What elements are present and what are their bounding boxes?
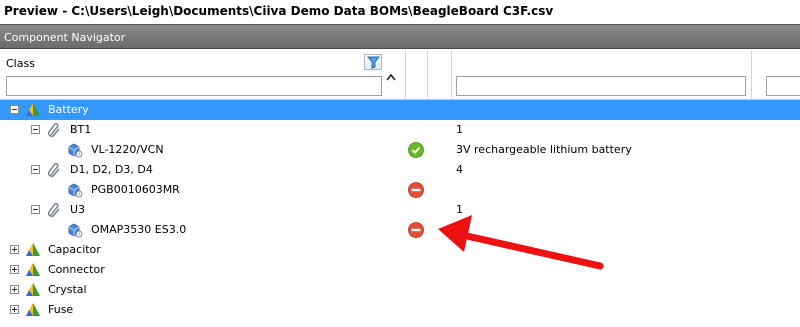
tree-label-fuse: Fuse bbox=[48, 303, 74, 316]
tree-label-crystal: Crystal bbox=[48, 283, 87, 296]
class-pyramid-icon bbox=[25, 262, 41, 278]
paperclip-icon bbox=[46, 122, 62, 138]
expand-icon[interactable] bbox=[10, 285, 19, 294]
tree-label-vl1220: VL-1220/VCN bbox=[91, 143, 164, 156]
column-header-4[interactable] bbox=[452, 50, 752, 100]
tree-label-pgb: PGB0010603MR bbox=[91, 183, 180, 196]
quantity-value: 1 bbox=[456, 203, 463, 216]
sort-ascending-icon[interactable] bbox=[385, 72, 399, 86]
column-5-filter-input[interactable] bbox=[766, 76, 800, 96]
component-navigator-header: Component Navigator bbox=[0, 24, 800, 49]
tree-label-bt1: BT1 bbox=[70, 123, 92, 136]
class-pyramid-icon bbox=[25, 302, 41, 318]
collapse-icon[interactable] bbox=[31, 125, 40, 134]
tree-row-crystal[interactable]: Crystal bbox=[0, 280, 800, 300]
column-header-5[interactable] bbox=[752, 50, 800, 100]
class-pyramid-icon bbox=[25, 282, 41, 298]
column-4-filter-input[interactable] bbox=[456, 76, 746, 96]
filter-icon[interactable] bbox=[364, 54, 382, 70]
tree-row-omap[interactable]: OMAP3530 ES3.0 bbox=[0, 220, 800, 240]
class-pyramid-icon bbox=[25, 102, 41, 118]
status-error-icon bbox=[408, 222, 424, 238]
quantity-value: 1 bbox=[456, 123, 463, 136]
window-title: Preview - C:\Users\Leigh\Documents\Ciiva… bbox=[0, 0, 800, 24]
tree-row-capacitor[interactable]: Capacitor bbox=[0, 240, 800, 260]
tree-row-bt1[interactable]: BT1 1 bbox=[0, 120, 800, 140]
status-ok-icon bbox=[408, 142, 424, 158]
status-error-icon bbox=[408, 182, 424, 198]
tree-label-battery: Battery bbox=[48, 103, 89, 116]
component-cube-icon bbox=[67, 142, 83, 158]
grid-header: Class bbox=[0, 50, 800, 100]
class-filter-input[interactable] bbox=[6, 76, 382, 96]
column-header-2[interactable] bbox=[406, 50, 428, 100]
tree-label-omap: OMAP3530 ES3.0 bbox=[91, 223, 187, 236]
tree-label-d1: D1, D2, D3, D4 bbox=[70, 163, 153, 176]
class-pyramid-icon bbox=[25, 242, 41, 258]
tree-label-capacitor: Capacitor bbox=[48, 243, 101, 256]
component-cube-icon bbox=[67, 222, 83, 238]
expand-icon[interactable] bbox=[10, 245, 19, 254]
collapse-icon[interactable] bbox=[31, 205, 40, 214]
quantity-value: 4 bbox=[456, 163, 463, 176]
collapse-icon[interactable] bbox=[10, 105, 19, 114]
tree-row-battery[interactable]: Battery bbox=[0, 100, 800, 120]
tree-row-d1[interactable]: D1, D2, D3, D4 4 bbox=[0, 160, 800, 180]
class-column-label: Class bbox=[6, 57, 35, 70]
tree-label-u3: U3 bbox=[70, 203, 86, 216]
tree-row-vl1220[interactable]: VL-1220/VCN 3V rechargeable lithium batt… bbox=[0, 140, 800, 160]
column-header-3[interactable] bbox=[428, 50, 452, 100]
paperclip-icon bbox=[46, 202, 62, 218]
component-cube-icon bbox=[67, 182, 83, 198]
collapse-icon[interactable] bbox=[31, 165, 40, 174]
tree-label-connector: Connector bbox=[48, 263, 105, 276]
tree-row-fuse[interactable]: Fuse bbox=[0, 300, 800, 320]
expand-icon[interactable] bbox=[10, 305, 19, 314]
expand-icon[interactable] bbox=[10, 265, 19, 274]
tree-row-pgb[interactable]: PGB0010603MR bbox=[0, 180, 800, 200]
paperclip-icon bbox=[46, 162, 62, 178]
tree-row-connector[interactable]: Connector bbox=[0, 260, 800, 280]
description-value: 3V rechargeable lithium battery bbox=[456, 143, 632, 156]
class-column-header[interactable]: Class bbox=[0, 50, 406, 100]
tree-row-u3[interactable]: U3 1 bbox=[0, 200, 800, 220]
